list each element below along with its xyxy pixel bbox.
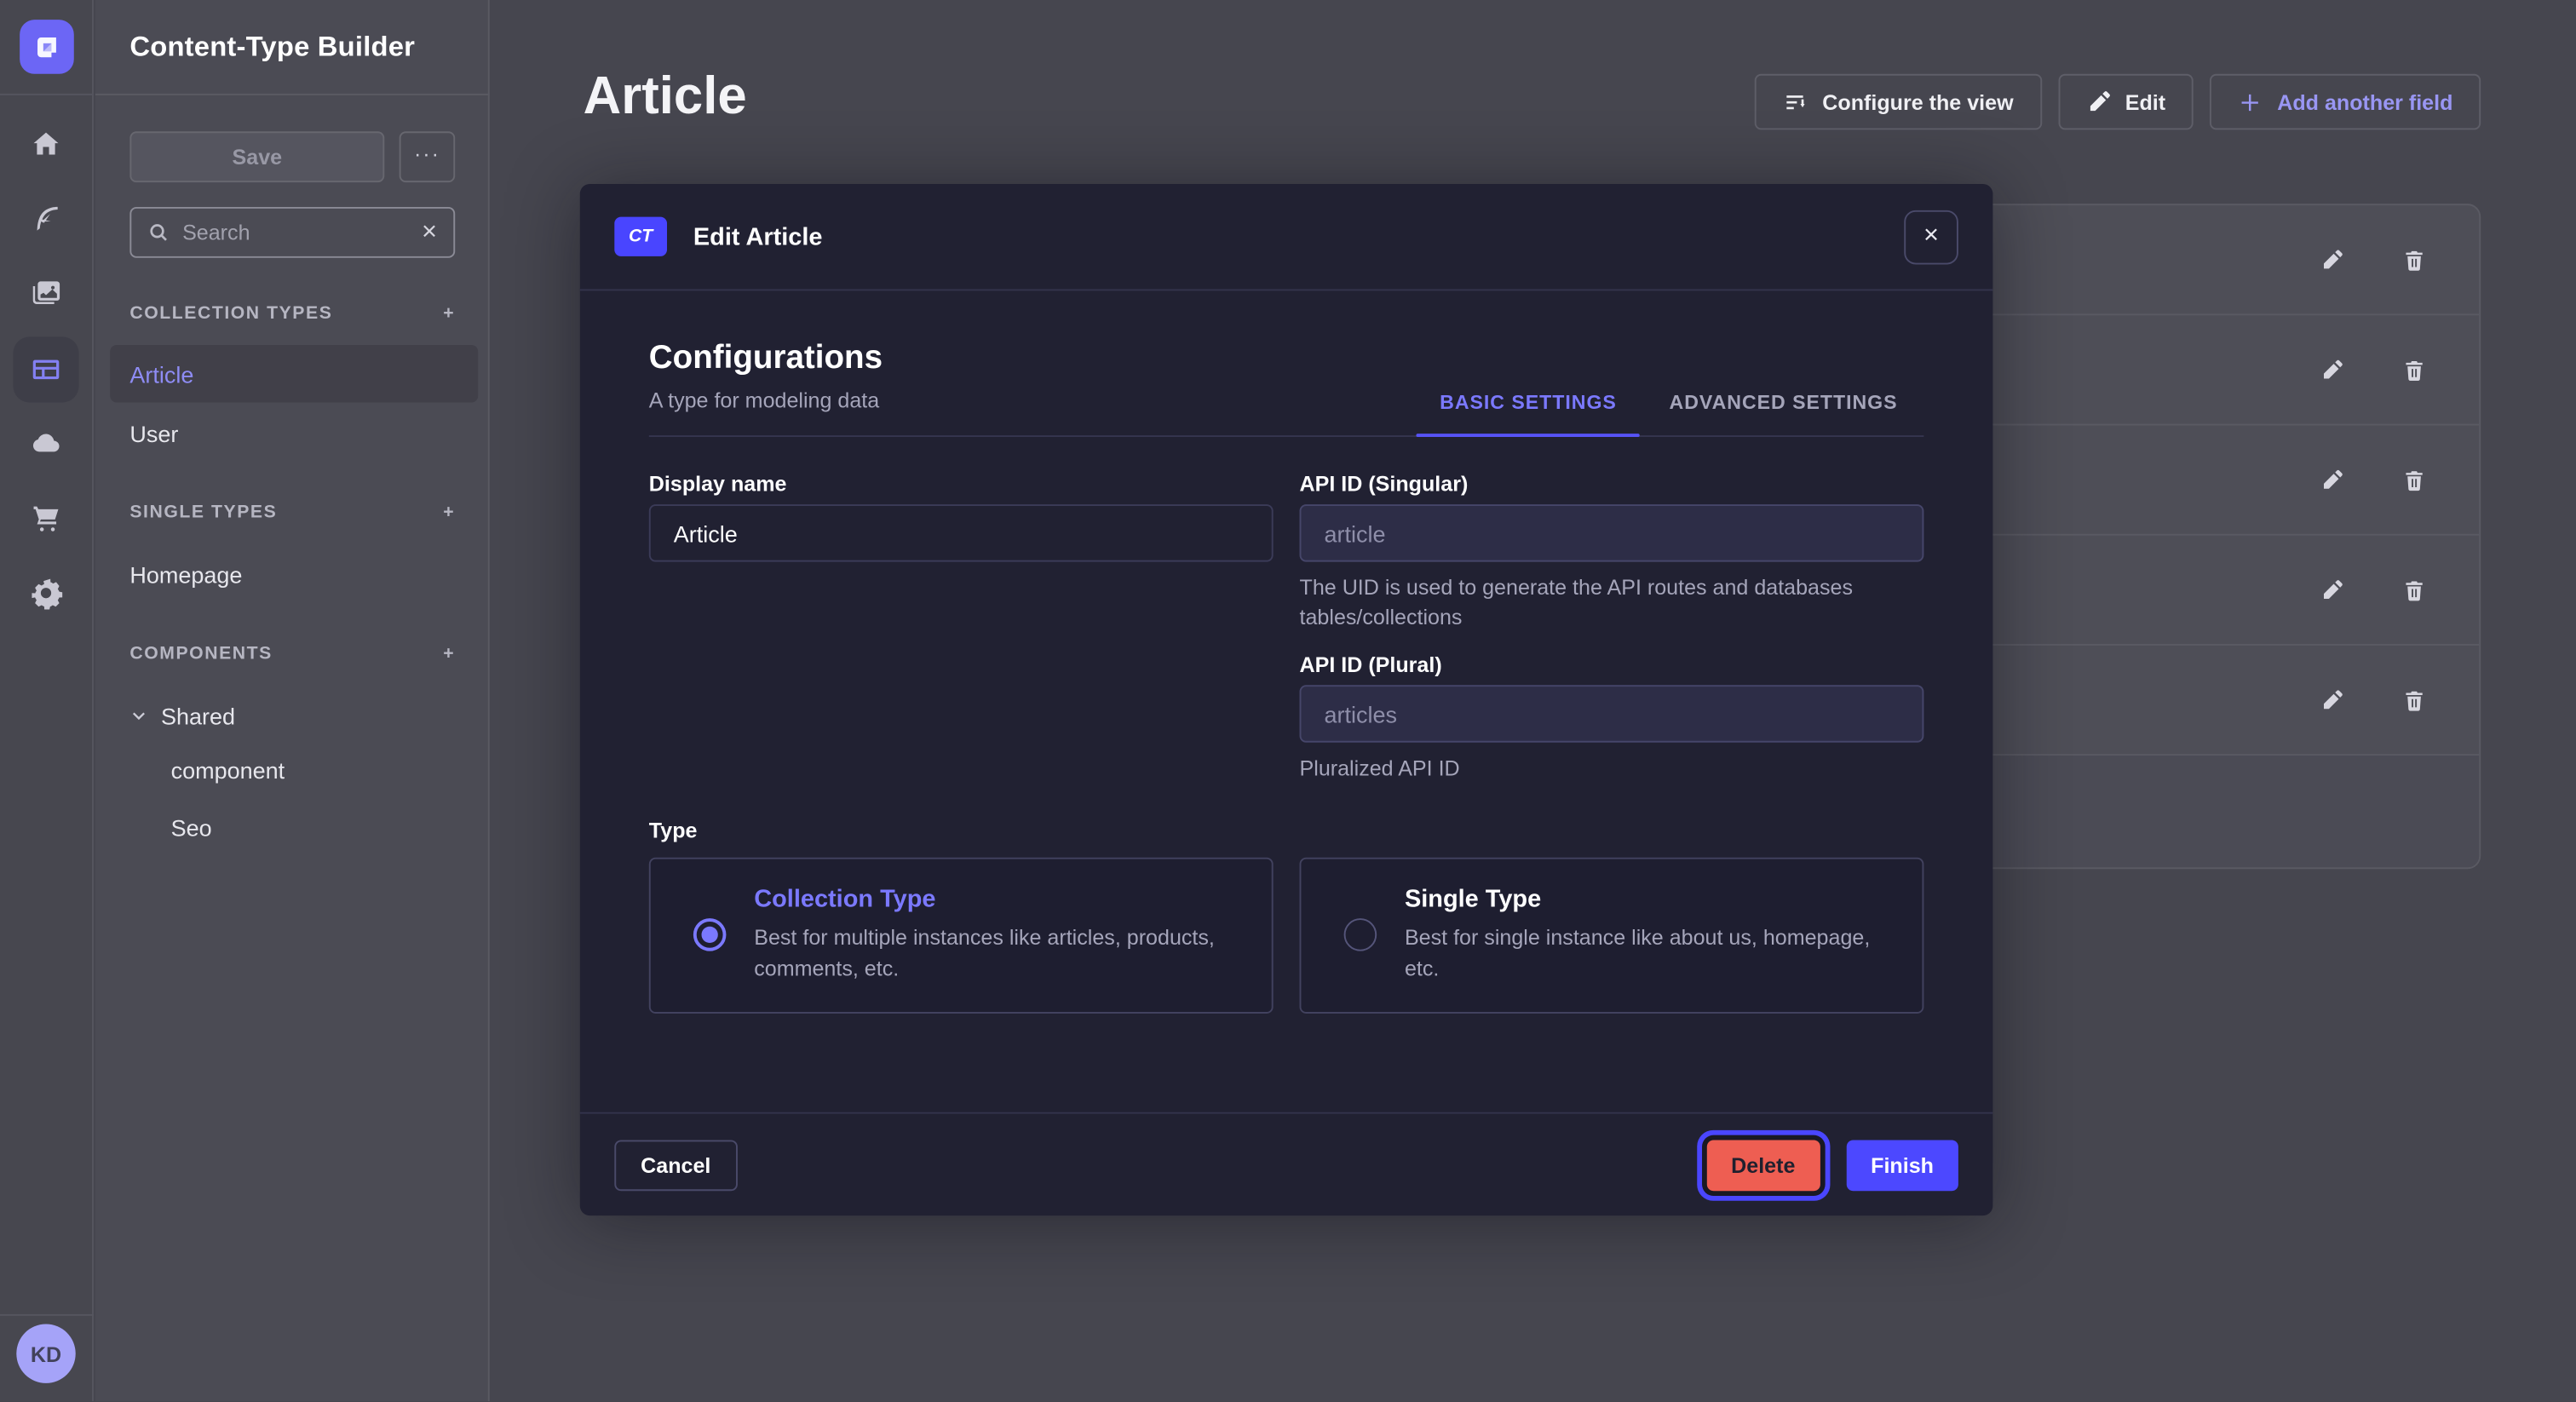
content-type-badge: CT: [614, 217, 667, 256]
content-manager-icon[interactable]: [13, 186, 78, 251]
configurations-title: Configurations: [649, 340, 883, 377]
content-type-builder-icon[interactable]: [13, 336, 78, 402]
edit-article-modal: CT Edit Article × Configurations A type …: [580, 184, 1993, 1215]
plus-icon: [2238, 89, 2263, 114]
api-id-plural-input[interactable]: [1300, 685, 1924, 743]
row-edit-icon[interactable]: [2310, 348, 2353, 391]
modal-footer: Cancel Delete Finish: [580, 1112, 1993, 1216]
sidebar-item-component[interactable]: component: [110, 741, 478, 799]
configure-view-icon: [1783, 89, 1808, 114]
strapi-logo-icon[interactable]: [20, 20, 74, 74]
tab-basic-settings[interactable]: BASIC SETTINGS: [1413, 391, 1642, 435]
edit-pencil-icon: [2085, 89, 2110, 114]
page-title: Article: [584, 66, 747, 126]
settings-tabs: BASIC SETTINGS ADVANCED SETTINGS: [1413, 391, 1923, 435]
marketplace-cart-icon[interactable]: [13, 485, 78, 550]
cloud-icon[interactable]: [13, 411, 78, 476]
display-name-label: Display name: [649, 472, 1274, 497]
main-nav-rail: KD: [0, 0, 94, 1401]
type-label: Type: [649, 818, 1924, 842]
tab-advanced-settings[interactable]: ADVANCED SETTINGS: [1643, 391, 1924, 435]
row-delete-icon[interactable]: [2392, 348, 2435, 391]
rail-divider: [0, 1314, 94, 1316]
configure-view-button[interactable]: Configure the view: [1755, 74, 2041, 130]
section-components: COMPONENTS +: [129, 641, 455, 667]
radio-selected-icon[interactable]: [693, 918, 727, 951]
radio-unselected-icon[interactable]: [1344, 918, 1377, 951]
search-clear-icon[interactable]: ×: [422, 219, 437, 245]
home-icon[interactable]: [13, 112, 78, 177]
row-edit-icon[interactable]: [2310, 568, 2353, 611]
page: KD Content-Type Builder Save ··· × COLLE…: [0, 0, 2576, 1401]
row-delete-icon[interactable]: [2392, 568, 2435, 611]
row-delete-icon[interactable]: [2392, 679, 2435, 721]
row-edit-icon[interactable]: [2310, 238, 2353, 281]
search-field[interactable]: ×: [129, 207, 455, 258]
settings-gear-icon[interactable]: [13, 560, 78, 626]
modal-header: CT Edit Article ×: [580, 184, 1993, 290]
finish-button[interactable]: Finish: [1846, 1139, 1958, 1190]
cancel-button[interactable]: Cancel: [614, 1139, 737, 1190]
row-edit-icon[interactable]: [2310, 679, 2353, 721]
sidebar-group-shared[interactable]: Shared: [110, 687, 478, 744]
configurations-subtitle: A type for modeling data: [649, 388, 883, 412]
plugin-sidebar: Content-Type Builder Save ··· × COLLECTI…: [95, 0, 490, 1401]
media-library-icon[interactable]: [13, 260, 78, 325]
row-delete-icon[interactable]: [2392, 238, 2435, 281]
close-icon[interactable]: ×: [1904, 210, 1958, 264]
sidebar-item-user[interactable]: User: [110, 404, 478, 462]
sidebar-item-article[interactable]: Article: [110, 345, 478, 403]
api-id-singular-hint: The UID is used to generate the API rout…: [1300, 573, 1924, 631]
sidebar-item-homepage[interactable]: Homepage: [110, 545, 478, 603]
user-avatar[interactable]: KD: [16, 1324, 75, 1382]
chevron-down-icon: [129, 706, 147, 724]
delete-button[interactable]: Delete: [1706, 1139, 1820, 1190]
sidebar-item-seo[interactable]: Seo: [110, 798, 478, 856]
add-another-field-button[interactable]: Add another field: [2210, 74, 2481, 130]
search-input[interactable]: [182, 220, 408, 244]
api-id-singular-label: API ID (Singular): [1300, 472, 1924, 497]
api-id-plural-hint: Pluralized API ID: [1300, 754, 1924, 783]
display-name-input[interactable]: [649, 504, 1274, 562]
add-component-icon[interactable]: +: [443, 645, 455, 663]
plugin-title: Content-Type Builder: [129, 31, 415, 64]
add-collection-type-icon[interactable]: +: [443, 305, 455, 323]
add-single-type-icon[interactable]: +: [443, 503, 455, 521]
api-id-singular-input[interactable]: [1300, 504, 1924, 562]
plugin-header: Content-Type Builder: [95, 0, 490, 95]
single-type-option[interactable]: Single Type Best for single instance lik…: [1300, 857, 1924, 1013]
section-single-types: SINGLE TYPES +: [129, 499, 455, 526]
search-icon: [148, 221, 170, 243]
row-edit-icon[interactable]: [2310, 458, 2353, 501]
api-id-plural-label: API ID (Plural): [1300, 652, 1924, 677]
rail-header-border: [0, 94, 94, 95]
collection-type-option[interactable]: Collection Type Best for multiple instan…: [649, 857, 1274, 1013]
section-collection-types: COLLECTION TYPES +: [129, 301, 455, 327]
more-options-button[interactable]: ···: [400, 131, 456, 182]
modal-title: Edit Article: [693, 222, 823, 250]
save-button[interactable]: Save: [129, 131, 384, 182]
edit-button[interactable]: Edit: [2058, 74, 2194, 130]
row-delete-icon[interactable]: [2392, 458, 2435, 501]
